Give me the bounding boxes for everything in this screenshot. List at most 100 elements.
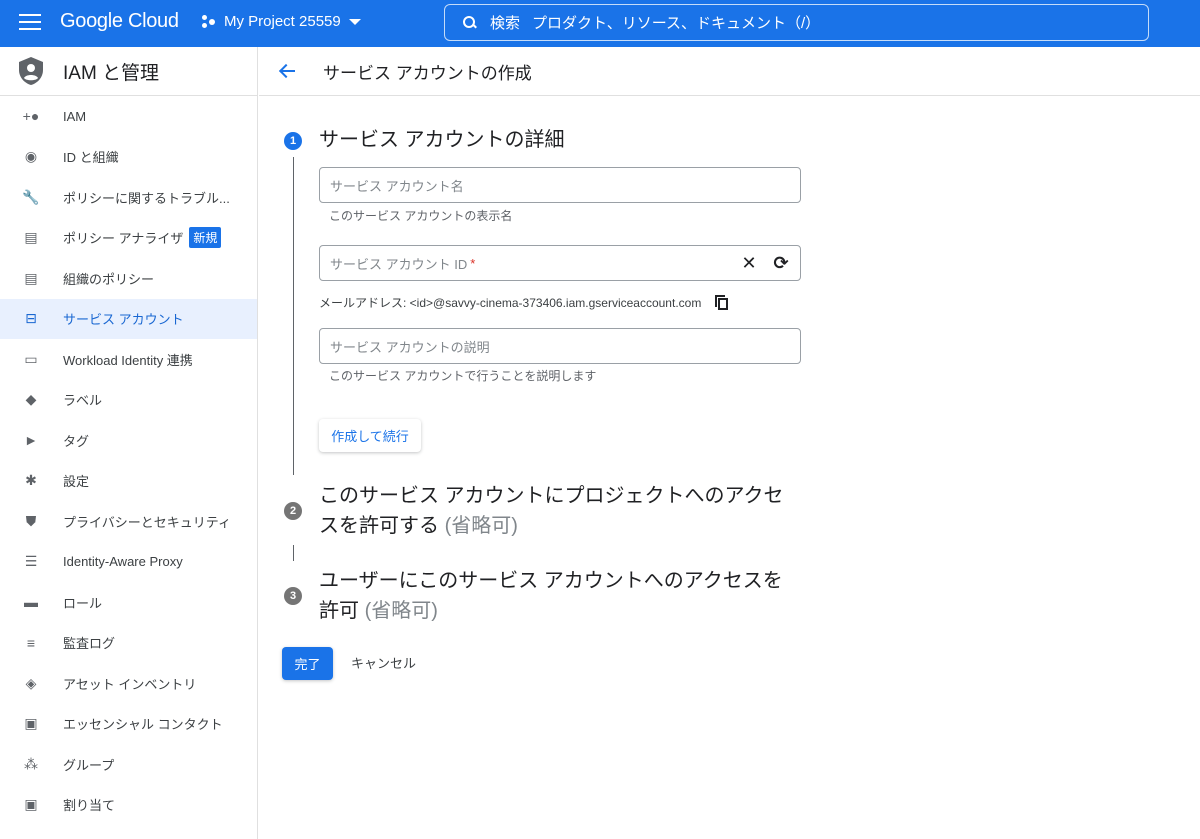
sidebar-item[interactable]: ▬ ロール [0,582,257,623]
sidebar-item-label: Workload Identity 連携 [63,352,193,368]
name-hint: このサービス アカウントの表示名 [329,209,513,223]
sidebar-item-label: アセット インベントリ [63,676,197,692]
sidebar-item[interactable]: 🔧 ポリシーに関するトラブル... [0,177,257,218]
refresh-icon[interactable]: ⟳ [771,253,791,273]
required-asterisk: * [470,255,476,271]
inventory-icon: ◈ [25,674,37,691]
person-add-icon: +● [22,108,40,125]
step-connector [293,157,294,475]
sidebar-item[interactable]: ▣ 割り当て [0,785,257,826]
account-circle-icon: ◉ [24,148,38,165]
gear-icon: ✱ [25,472,37,489]
service-account-name-field[interactable]: サービス アカウント名 [319,167,801,203]
sidebar-item[interactable]: ◉ ID と組織 [0,137,257,178]
sidebar-item-label: ポリシー アナライザ [63,231,184,247]
step-3-optional: (省略可) [364,600,438,622]
service-account-icon: ⊟ [25,310,37,327]
step-3-title-line2: 許可 [319,600,359,622]
project-selector[interactable]: My Project 25559 [202,13,361,30]
id-placeholder: サービス アカウント ID [330,256,468,272]
sidebar-item[interactable]: ⊟ サービス アカウント [0,298,257,339]
page-title: サービス アカウントの作成 [323,63,532,83]
sidebar-item-label: プライバシーとセキュリティ [63,514,231,530]
chevron-down-icon [348,18,361,25]
document-icon: ▤ [24,269,38,286]
tag-icon: ► [24,432,38,449]
sidebar-item-label: グループ [63,757,115,773]
sidebar-item[interactable]: ▤ ポリシー アナライザ 新規 [0,218,257,259]
id-card-icon: ▭ [24,350,38,367]
sidebar-item-label: 設定 [63,474,90,490]
proxy-icon: ☰ [24,553,38,570]
project-icon [202,14,218,29]
sidebar-item[interactable]: +● IAM [0,96,257,137]
group-icon: ⁂ [24,755,38,772]
sidebar-item-label: 割り当て [63,798,116,814]
sidebar-item-label: 組織のポリシー [63,271,155,287]
shield-icon [19,57,43,85]
service-account-description-field[interactable]: サービス アカウントの説明 [319,328,801,364]
sidebar-item[interactable]: ≡ 監査ログ [0,623,257,664]
search-label: 検索 [490,15,521,32]
sidebar-item-label: エッセンシャル コンタクト [63,717,223,733]
wrench-icon: 🔧 [22,188,40,205]
menu-icon[interactable] [19,14,41,32]
label-icon: ◆ [25,391,37,408]
step-2-title-line1: このサービス アカウントにプロジェクトへのアクセ [319,485,784,507]
sidebar-item-label: 監査ログ [63,636,116,652]
sidebar-item-label: タグ [63,433,90,449]
sidebar-item[interactable]: ⁂ グループ [0,744,257,785]
description-placeholder: サービス アカウントの説明 [330,339,490,355]
sidebar-item[interactable]: ▤ 組織のポリシー [0,258,257,299]
copy-icon[interactable] [715,295,729,310]
sidebar-header: IAM と管理 [0,47,257,96]
description-hint: このサービス アカウントで行うことを説明します [329,369,597,383]
sidebar-nav: +● IAM ◉ ID と組織 🔧 ポリシーに関するトラブル... ▤ ポリシー アナライザ新… [0,96,257,825]
step-2-title-line2: スを許可する [319,515,439,537]
google-cloud-logo[interactable]: Google Cloud [60,10,179,33]
contact-icon: ▣ [24,715,38,732]
sidebar-item[interactable]: ⛊ プライバシーとセキュリティ [0,501,257,542]
clear-icon[interactable]: ✕ [739,253,759,273]
sidebar-item-label: ポリシーに関するトラブル... [63,190,230,206]
new-badge: 新規 [189,227,222,249]
step-connector [293,545,294,561]
back-arrow-icon[interactable] [278,61,298,81]
email-address: メールアドレス: <id>@savvy-cinema-373406.iam.gs… [319,294,729,311]
search-input[interactable]: 検索 プロダクト、リソース、ドキュメント（/） [444,4,1149,41]
hat-icon: ▬ [24,594,38,611]
shield-icon: ⛊ [25,512,37,529]
cancel-button[interactable]: キャンセル [351,646,416,679]
sidebar-item[interactable]: ► タグ [0,420,257,461]
main-content: サービス アカウントの作成 1 サービス アカウントの詳細 サービス アカウント… [259,47,1200,839]
sidebar-item[interactable]: ✱ 設定 [0,461,257,502]
step-2-optional: (省略可) [444,515,518,537]
sidebar: IAM と管理 +● IAM ◉ ID と組織 🔧 ポリシーに関するトラブル... ▤ ポリシ… [0,47,258,839]
step-3-title-line1: ユーザーにこのサービス アカウントへのアクセスを [319,570,783,592]
quota-icon: ▣ [24,796,38,813]
sidebar-item[interactable]: ◆ ラベル [0,380,257,421]
email-text: メールアドレス: <id>@savvy-cinema-373406.iam.gs… [319,296,702,310]
step-2-title[interactable]: このサービス アカウントにプロジェクトへのアクセ スを許可する (省略可) [319,481,784,541]
sidebar-item-label: ID と組織 [63,150,119,166]
sidebar-item[interactable]: ☰ Identity-Aware Proxy [0,542,257,583]
sidebar-item[interactable]: ◈ アセット インベントリ [0,663,257,704]
step-1-number: 1 [284,132,302,150]
list-icon: ≡ [26,634,36,651]
project-name: My Project 25559 [224,13,341,30]
search-placeholder: プロダクト、リソース、ドキュメント（/） [532,15,821,32]
sidebar-item[interactable]: ▭ Workload Identity 連携 [0,339,257,380]
service-account-id-field[interactable]: サービス アカウント ID * [319,245,801,281]
page-header: サービス アカウントの作成 [259,47,1200,96]
policy-search-icon: ▤ [24,229,38,246]
step-1-title: サービス アカウントの詳細 [319,129,565,151]
done-button[interactable]: 完了 [282,647,333,680]
step-3-title[interactable]: ユーザーにこのサービス アカウントへのアクセスを 許可 (省略可) [319,566,783,626]
top-bar: Google Cloud My Project 25559 検索 プロダクト、リ… [0,0,1200,47]
sidebar-item-label: Identity-Aware Proxy [63,554,183,570]
name-placeholder: サービス アカウント名 [330,178,464,194]
create-and-continue-button[interactable]: 作成して続行 [319,419,421,452]
search-icon [463,15,477,30]
sidebar-item[interactable]: ▣ エッセンシャル コンタクト [0,704,257,745]
sidebar-item-label: ラベル [63,393,103,409]
